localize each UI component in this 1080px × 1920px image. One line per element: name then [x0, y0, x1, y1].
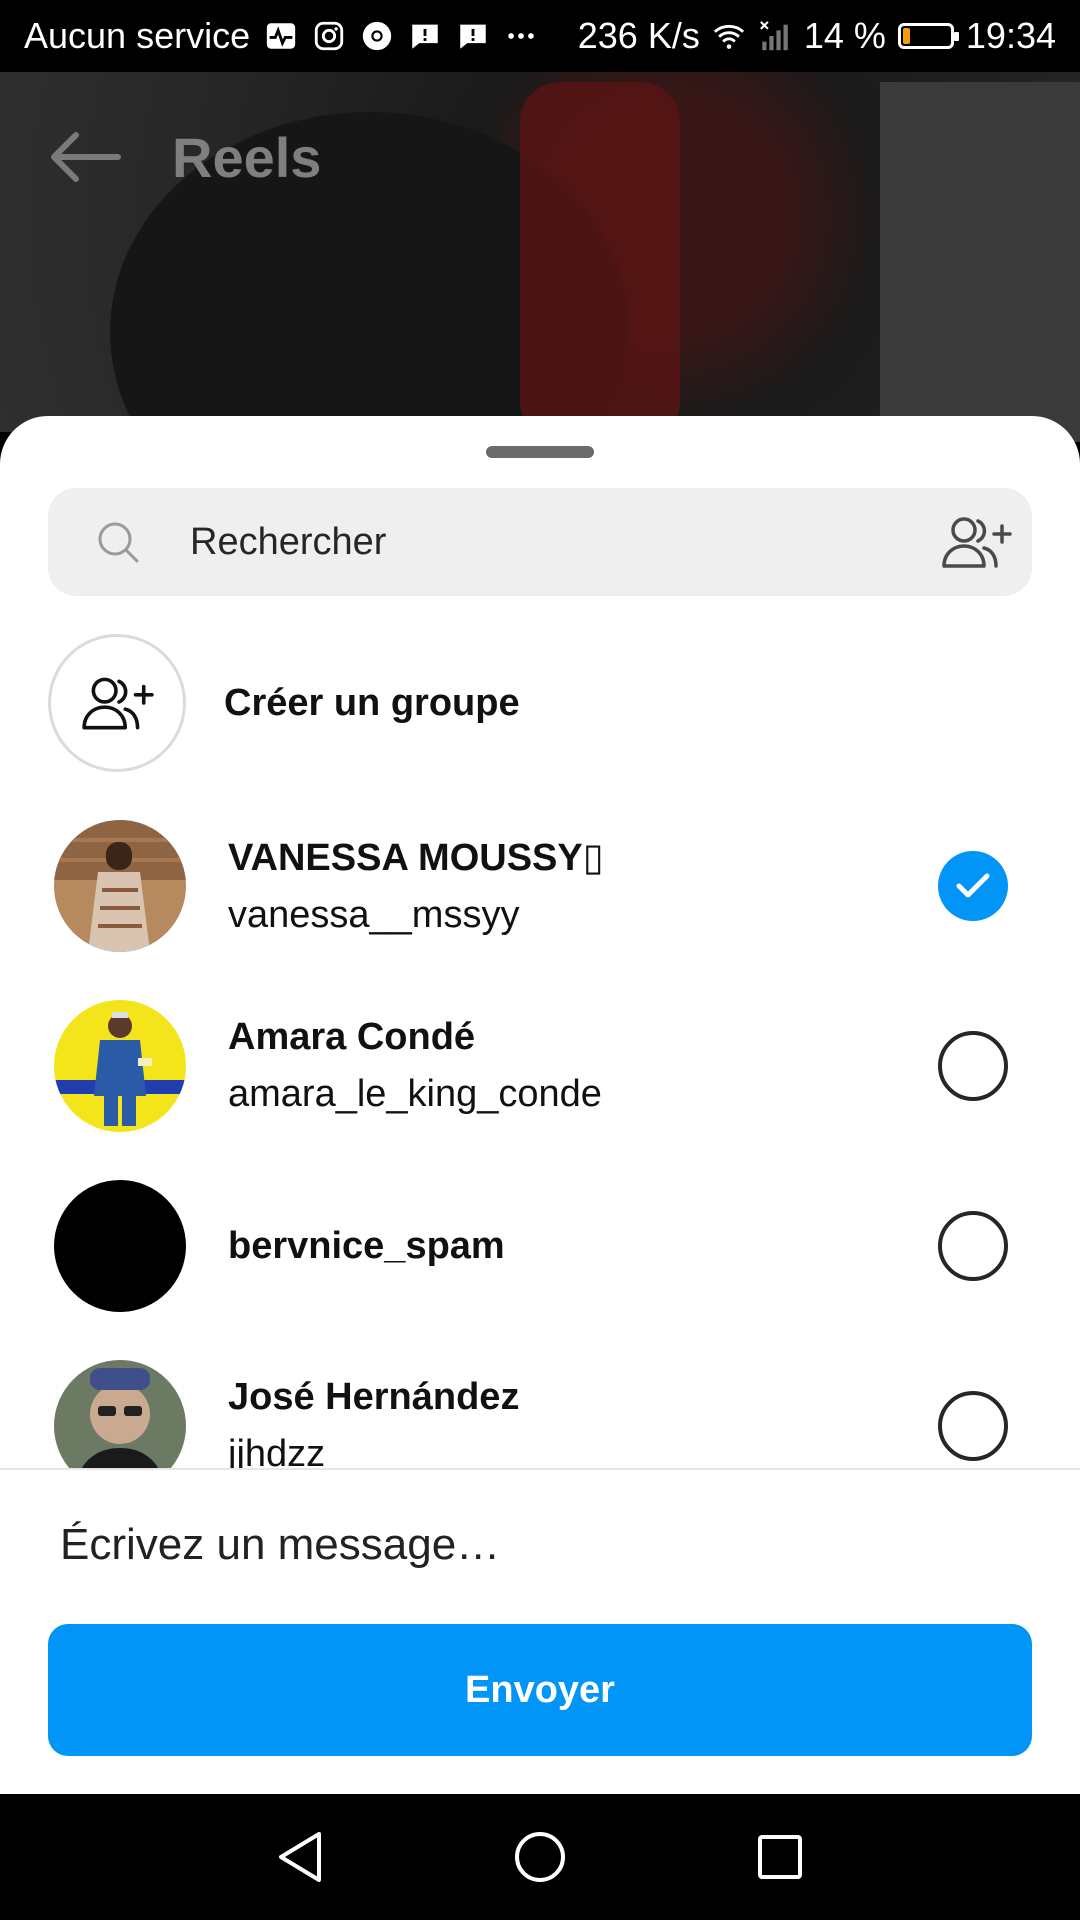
avatar [54, 820, 186, 952]
home-circle-icon [515, 1832, 565, 1882]
nav-recents-button[interactable] [745, 1822, 815, 1892]
top-navigation: Reels [0, 92, 1080, 222]
contact-names: José Hernández jjhdzz [228, 1376, 938, 1468]
nav-home-button[interactable] [505, 1822, 575, 1892]
message-alert-icon [460, 24, 486, 49]
recents-square-icon [758, 1835, 802, 1879]
share-sheet: Rechercher Créer un groupe VANESSA MOUSS… [0, 416, 1080, 1794]
select-radio[interactable] [938, 1211, 1008, 1281]
clock: 19:34 [965, 15, 1056, 56]
instagram-icon [314, 21, 344, 51]
battery-percent: 14 % [803, 15, 886, 56]
signal-icon [759, 21, 788, 51]
message-alert-icon [412, 24, 438, 49]
checkmark-icon [956, 873, 990, 898]
add-users-icon [82, 677, 154, 730]
avatar [54, 1360, 186, 1468]
message-input[interactable]: Écrivez un message… [60, 1520, 500, 1570]
contact-name: Amara Condé [228, 1016, 476, 1058]
contact-row[interactable]: VANESSA MOUSSY▯ vanessa__mssyy [0, 796, 1080, 976]
carrier-text: Aucun service [24, 15, 251, 56]
search-icon [98, 522, 139, 563]
contact-names: VANESSA MOUSSY▯ vanessa__mssyy [228, 835, 938, 937]
activity-icon [266, 23, 296, 49]
contact-row[interactable]: Amara Condé amara_le_king_conde [0, 976, 1080, 1156]
avatar [54, 1180, 186, 1312]
page-title: Reels [172, 125, 322, 189]
contact-row[interactable]: bervnice_spam [0, 1156, 1080, 1336]
divider [0, 1468, 1080, 1470]
select-radio[interactable] [938, 1031, 1008, 1101]
create-group-avatar [48, 634, 186, 772]
contact-username: vanessa__mssyy [228, 894, 520, 936]
nav-back-button[interactable] [265, 1822, 335, 1892]
add-users-icon [942, 517, 1012, 568]
back-button[interactable] [40, 112, 130, 202]
create-group-row[interactable]: Créer un groupe [48, 632, 1032, 774]
wifi-icon [713, 24, 744, 49]
avatar [54, 1000, 186, 1132]
back-triangle-icon [279, 1832, 321, 1882]
arrow-left-icon [51, 132, 121, 182]
search-input[interactable]: Rechercher [190, 521, 936, 564]
contact-row[interactable]: José Hernández jjhdzz [0, 1336, 1080, 1468]
add-people-button[interactable] [936, 502, 1016, 582]
sheet-drag-handle[interactable] [486, 446, 594, 458]
contact-name: José Hernández [228, 1376, 520, 1418]
screen: Aucun service 236 K/s 14 % 19:34 Reels R… [0, 0, 1080, 1920]
contact-names: bervnice_spam [228, 1225, 938, 1268]
status-right: 236 K/s 14 % 19:34 [578, 15, 1056, 57]
contact-username: jjhdzz [228, 1433, 326, 1468]
system-nav-bar [0, 1794, 1080, 1920]
contact-username: amara_le_king_conde [228, 1073, 602, 1115]
send-button[interactable]: Envoyer [48, 1624, 1032, 1756]
contact-name: VANESSA MOUSSY▯ [228, 837, 604, 879]
contact-names: Amara Condé amara_le_king_conde [228, 1016, 938, 1116]
network-speed: 236 K/s [577, 15, 700, 56]
contact-name: bervnice_spam [228, 1224, 505, 1267]
battery-fill [902, 28, 910, 44]
battery-icon [897, 23, 959, 49]
search-bar[interactable]: Rechercher [48, 488, 1032, 596]
chrome-icon [362, 21, 392, 51]
more-icon [508, 33, 534, 39]
contact-list[interactable]: VANESSA MOUSSY▯ vanessa__mssyy Amara Con… [0, 796, 1080, 1468]
create-group-label: Créer un groupe [224, 681, 520, 724]
status-bar: Aucun service 236 K/s 14 % 19:34 [0, 0, 1080, 72]
status-left: Aucun service [24, 15, 538, 57]
select-radio-checked[interactable] [938, 851, 1008, 921]
select-radio[interactable] [938, 1391, 1008, 1461]
